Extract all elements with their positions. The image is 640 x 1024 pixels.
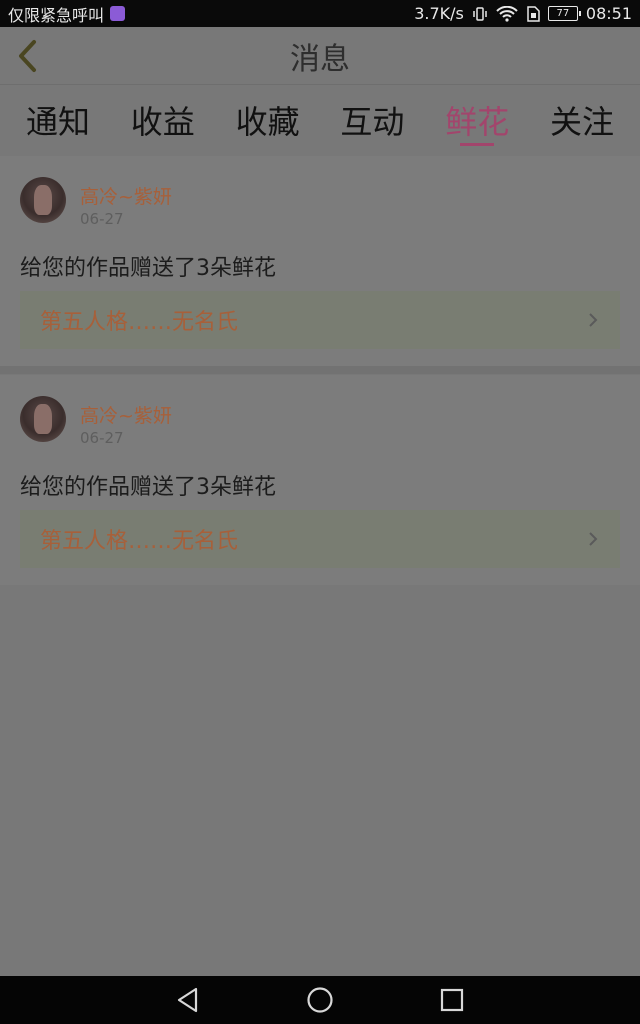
message-date: 06-27 [80, 429, 124, 447]
list-item: 高冷~紫妍 06-27 给您的作品赠送了3朵鲜花 第五人格……无名氏 [0, 375, 640, 585]
message-date: 06-27 [80, 210, 124, 228]
clock: 08:51 [585, 4, 632, 23]
work-link[interactable]: 第五人格……无名氏 [20, 510, 620, 568]
tab-bar: 通知 收益 收藏 互动 鲜花 关注 [0, 86, 640, 154]
tab-following[interactable]: 关注 [550, 86, 614, 154]
tab-earnings[interactable]: 收益 [131, 86, 195, 154]
page-title: 消息 [290, 41, 350, 77]
tab-interactions[interactable]: 互动 [340, 86, 404, 154]
battery-level: 77 [556, 8, 570, 19]
status-bar: 仅限紧急呼叫 3.7K/s 77 08:51 [0, 0, 640, 27]
sender-name[interactable]: 高冷~紫妍 [80, 401, 172, 428]
status-right: 3.7K/s 77 08:51 [414, 4, 632, 23]
header: 消息 [0, 27, 640, 85]
chevron-right-icon [589, 532, 598, 546]
back-button[interactable] [10, 37, 44, 75]
tab-favorites[interactable]: 收藏 [236, 86, 300, 154]
avatar[interactable] [20, 396, 66, 442]
sim-icon [526, 5, 540, 22]
sender-name[interactable]: 高冷~紫妍 [80, 182, 172, 209]
back-triangle-icon [177, 987, 198, 1013]
network-speed: 3.7K/s [414, 4, 464, 23]
avatar[interactable] [20, 177, 66, 223]
tab-notifications[interactable]: 通知 [26, 86, 90, 154]
status-left: 仅限紧急呼叫 [8, 2, 126, 26]
work-link[interactable]: 第五人格……无名氏 [20, 291, 620, 349]
vibrate-icon [472, 6, 488, 22]
list-item: 高冷~紫妍 06-27 给您的作品赠送了3朵鲜花 第五人格……无名氏 [0, 156, 640, 366]
nav-recents-button[interactable] [434, 982, 470, 1018]
gallery-notification-icon [110, 6, 126, 21]
battery-icon: 77 [547, 6, 581, 21]
work-title: 第五人格……无名氏 [40, 529, 239, 554]
message-text: 给您的作品赠送了3朵鲜花 [20, 475, 276, 500]
carrier-text: 仅限紧急呼叫 [8, 5, 105, 25]
nav-back-button[interactable] [170, 982, 206, 1018]
divider [0, 366, 640, 374]
nav-home-button[interactable] [302, 982, 338, 1018]
recents-square-icon [440, 988, 464, 1012]
tab-flowers[interactable]: 鲜花 [445, 86, 509, 154]
chevron-right-icon [589, 313, 598, 327]
wifi-icon [496, 5, 518, 22]
message-text: 给您的作品赠送了3朵鲜花 [20, 256, 276, 281]
system-nav-bar [0, 976, 640, 1024]
work-title: 第五人格……无名氏 [40, 310, 239, 335]
chevron-left-icon [19, 40, 36, 72]
home-circle-icon [307, 987, 333, 1013]
